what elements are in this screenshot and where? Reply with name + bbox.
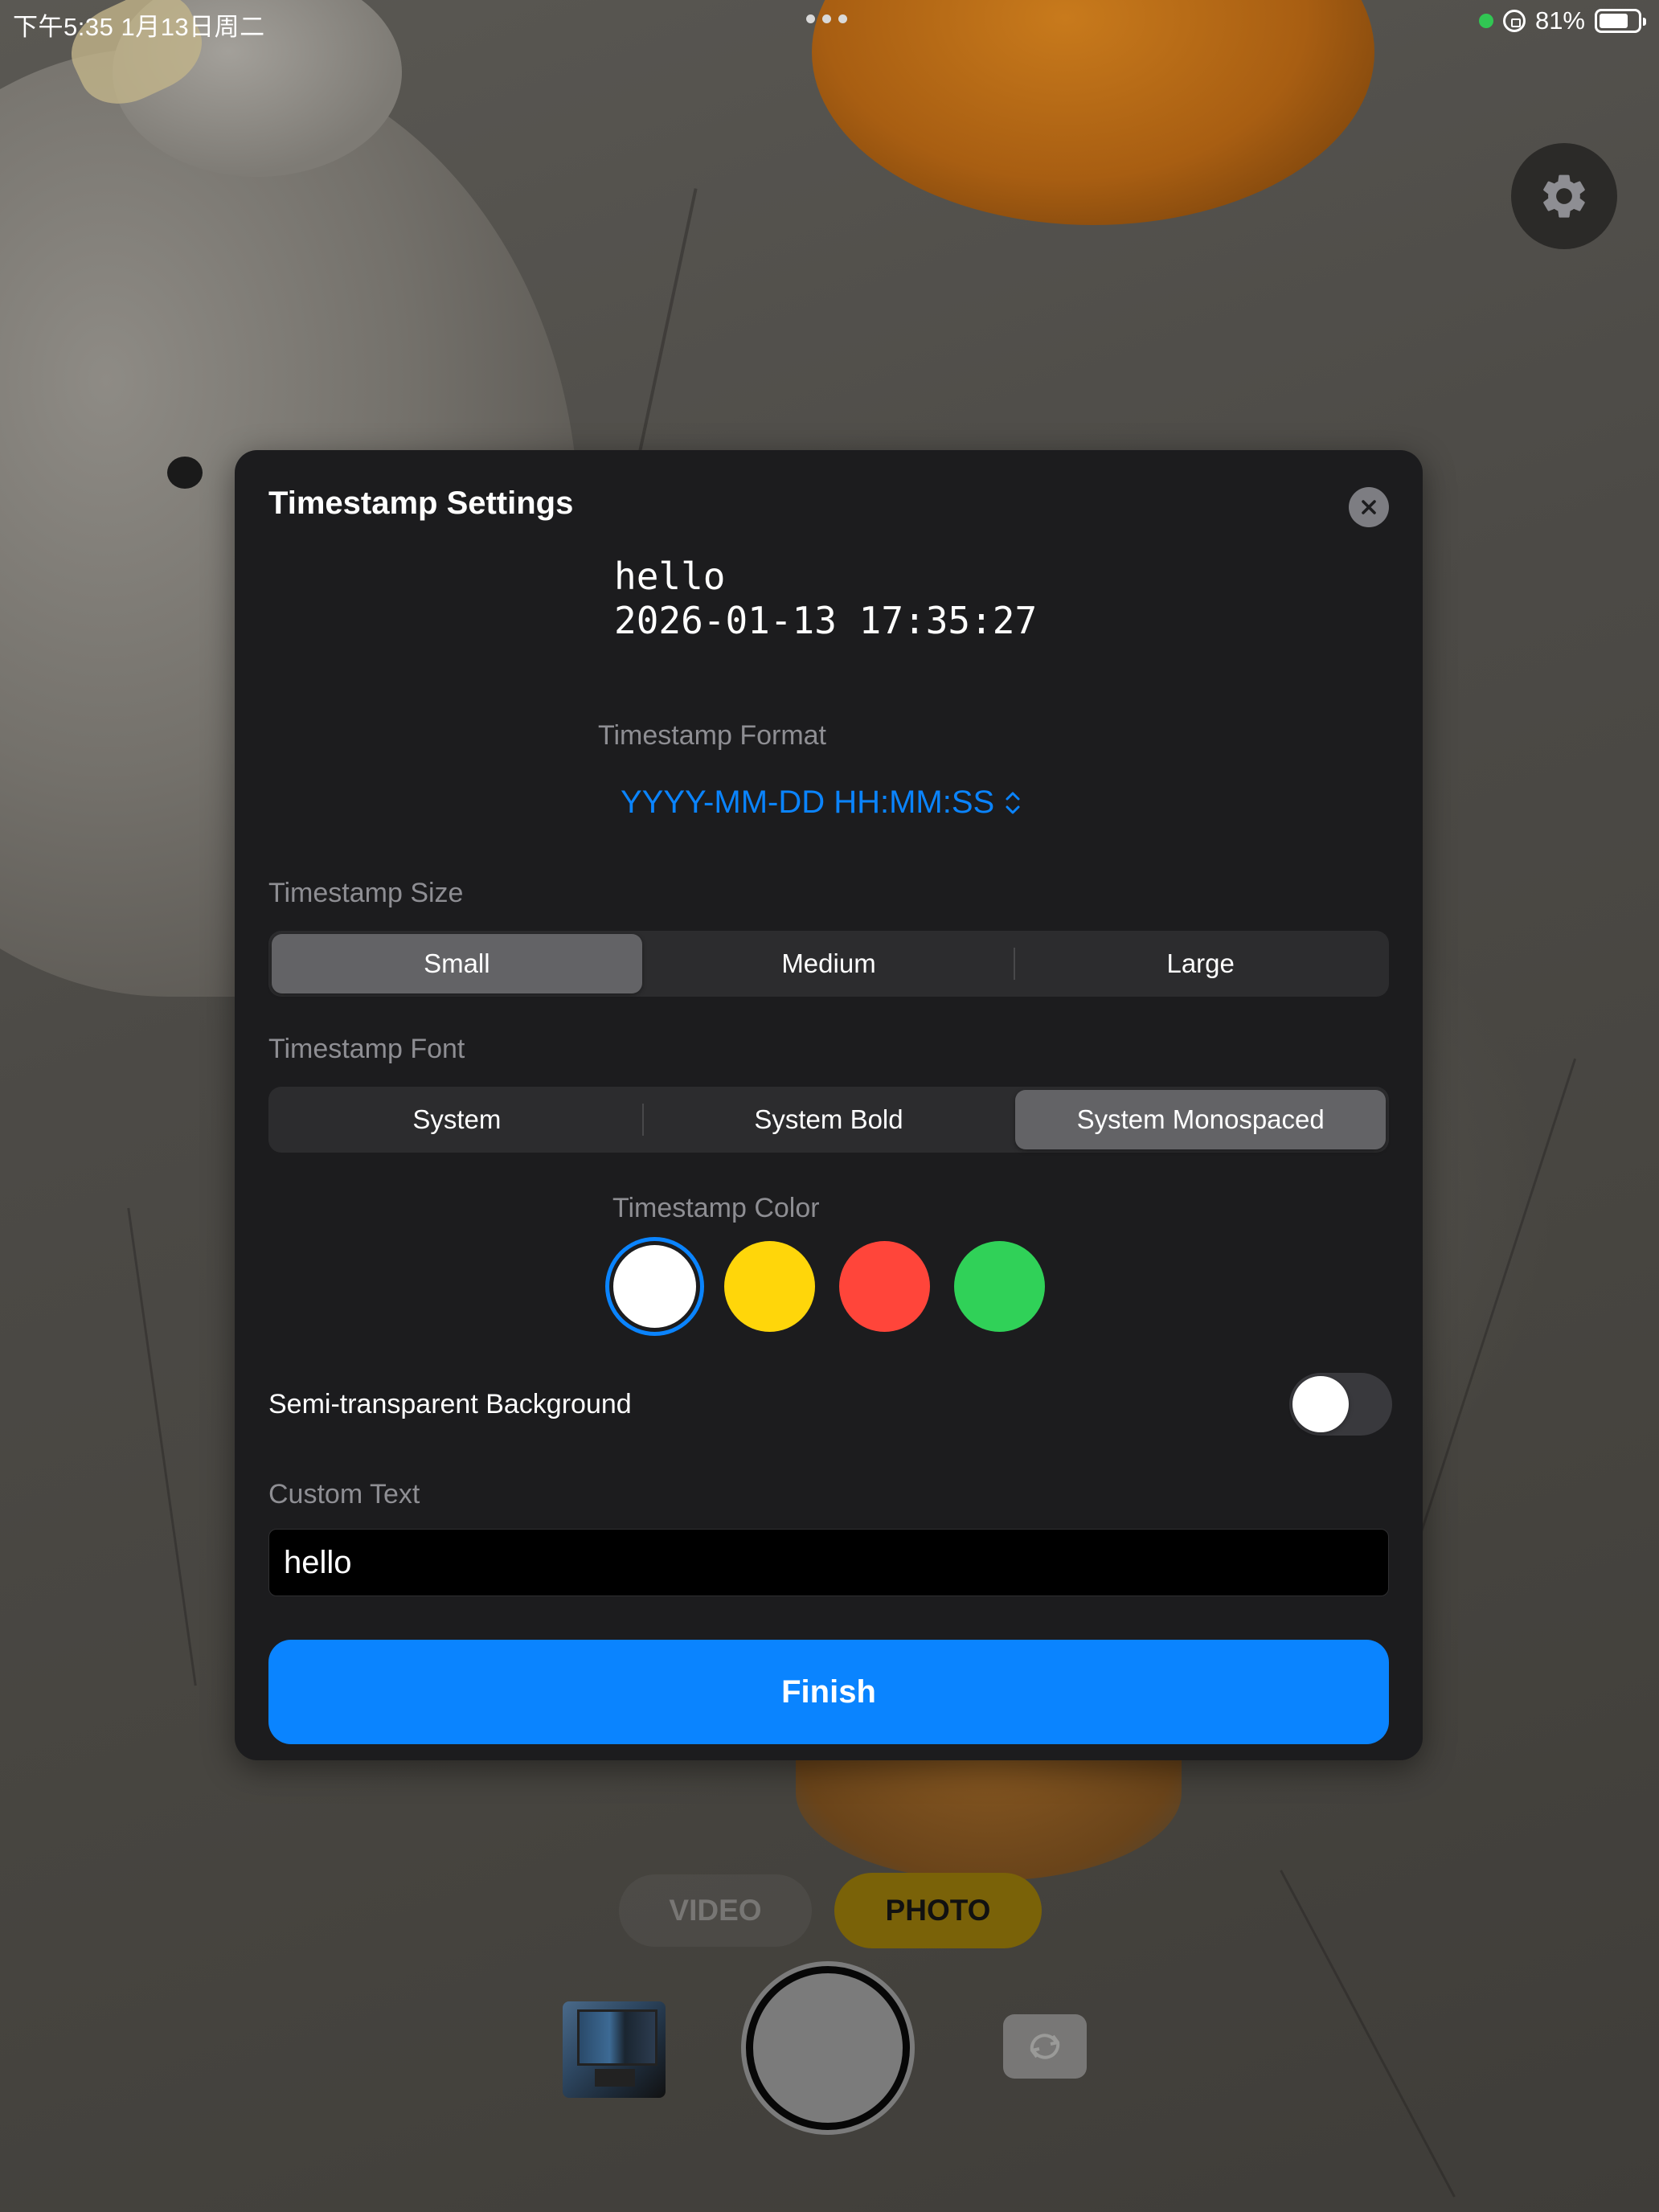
format-picker[interactable]: YYYY-MM-DD HH:MM:SS bbox=[621, 784, 1022, 821]
battery-icon bbox=[1595, 9, 1646, 33]
custom-text-field[interactable]: hello bbox=[268, 1529, 1389, 1596]
font-option-system-bold[interactable]: System Bold bbox=[644, 1090, 1014, 1149]
mode-photo-button[interactable]: PHOTO bbox=[834, 1873, 1042, 1948]
color-swatch-yellow[interactable] bbox=[724, 1241, 815, 1332]
thumbnail-image-content bbox=[595, 2069, 635, 2087]
settings-button[interactable] bbox=[1511, 143, 1617, 249]
viewfinder-marble-vein bbox=[1280, 1870, 1456, 2198]
multitasking-dots-icon[interactable] bbox=[806, 14, 847, 23]
format-label: Timestamp Format bbox=[598, 720, 827, 751]
timestamp-preview: hello 2026-01-13 17:35:27 bbox=[614, 555, 1038, 642]
font-option-system[interactable]: System bbox=[272, 1090, 642, 1149]
camera-flip-icon bbox=[1030, 2034, 1060, 2059]
color-swatch-white[interactable] bbox=[613, 1245, 696, 1328]
thumbnail-image-content bbox=[577, 2009, 657, 2066]
viewfinder-spout-hole bbox=[167, 457, 203, 489]
font-label: Timestamp Font bbox=[268, 1034, 465, 1064]
format-picker-value: YYYY-MM-DD HH:MM:SS bbox=[621, 784, 995, 820]
close-button[interactable] bbox=[1349, 487, 1389, 527]
background-toggle-label: Semi-transparent Background bbox=[268, 1389, 632, 1419]
size-segmented-control: Small Medium Large bbox=[268, 931, 1389, 997]
flip-camera-button[interactable] bbox=[1003, 2014, 1087, 2079]
color-swatch-red[interactable] bbox=[839, 1241, 930, 1332]
size-option-medium[interactable]: Medium bbox=[644, 934, 1014, 993]
color-swatch-green[interactable] bbox=[954, 1241, 1045, 1332]
mode-video-button[interactable]: VIDEO bbox=[619, 1874, 812, 1947]
last-photo-thumbnail[interactable] bbox=[563, 2001, 666, 2098]
size-option-large[interactable]: Large bbox=[1015, 934, 1386, 993]
background-toggle[interactable] bbox=[1289, 1373, 1392, 1436]
dialog-title: Timestamp Settings bbox=[268, 485, 574, 521]
finish-button[interactable]: Finish bbox=[268, 1640, 1389, 1744]
battery-percentage: 81% bbox=[1534, 6, 1585, 35]
shutter-button[interactable] bbox=[746, 1966, 910, 2130]
camera-in-use-indicator-icon bbox=[1478, 14, 1493, 28]
color-swatches bbox=[609, 1241, 1045, 1332]
custom-text-label: Custom Text bbox=[268, 1479, 420, 1509]
font-option-system-monospaced[interactable]: System Monospaced bbox=[1015, 1090, 1387, 1149]
status-time-date: 下午5:35 1月13日周二 bbox=[13, 13, 265, 41]
status-indicators: 81% bbox=[1478, 6, 1646, 35]
font-segmented-control: System System Bold System Monospaced bbox=[268, 1087, 1389, 1153]
toggle-knob bbox=[1292, 1376, 1349, 1432]
status-bar: 下午5:35 1月13日周二 81% bbox=[0, 0, 1659, 48]
viewfinder-marble-vein bbox=[1399, 1058, 1577, 1595]
viewfinder-marble-vein bbox=[127, 1207, 197, 1686]
size-option-small[interactable]: Small bbox=[272, 934, 642, 993]
close-icon bbox=[1362, 500, 1376, 514]
orientation-lock-icon bbox=[1502, 10, 1526, 32]
color-label: Timestamp Color bbox=[612, 1193, 820, 1223]
timestamp-settings-dialog: Timestamp Settings hello 2026-01-13 17:3… bbox=[235, 450, 1423, 1760]
gear-icon bbox=[1543, 174, 1585, 218]
size-label: Timestamp Size bbox=[268, 878, 464, 908]
chevron-up-down-icon bbox=[1006, 792, 1020, 813]
